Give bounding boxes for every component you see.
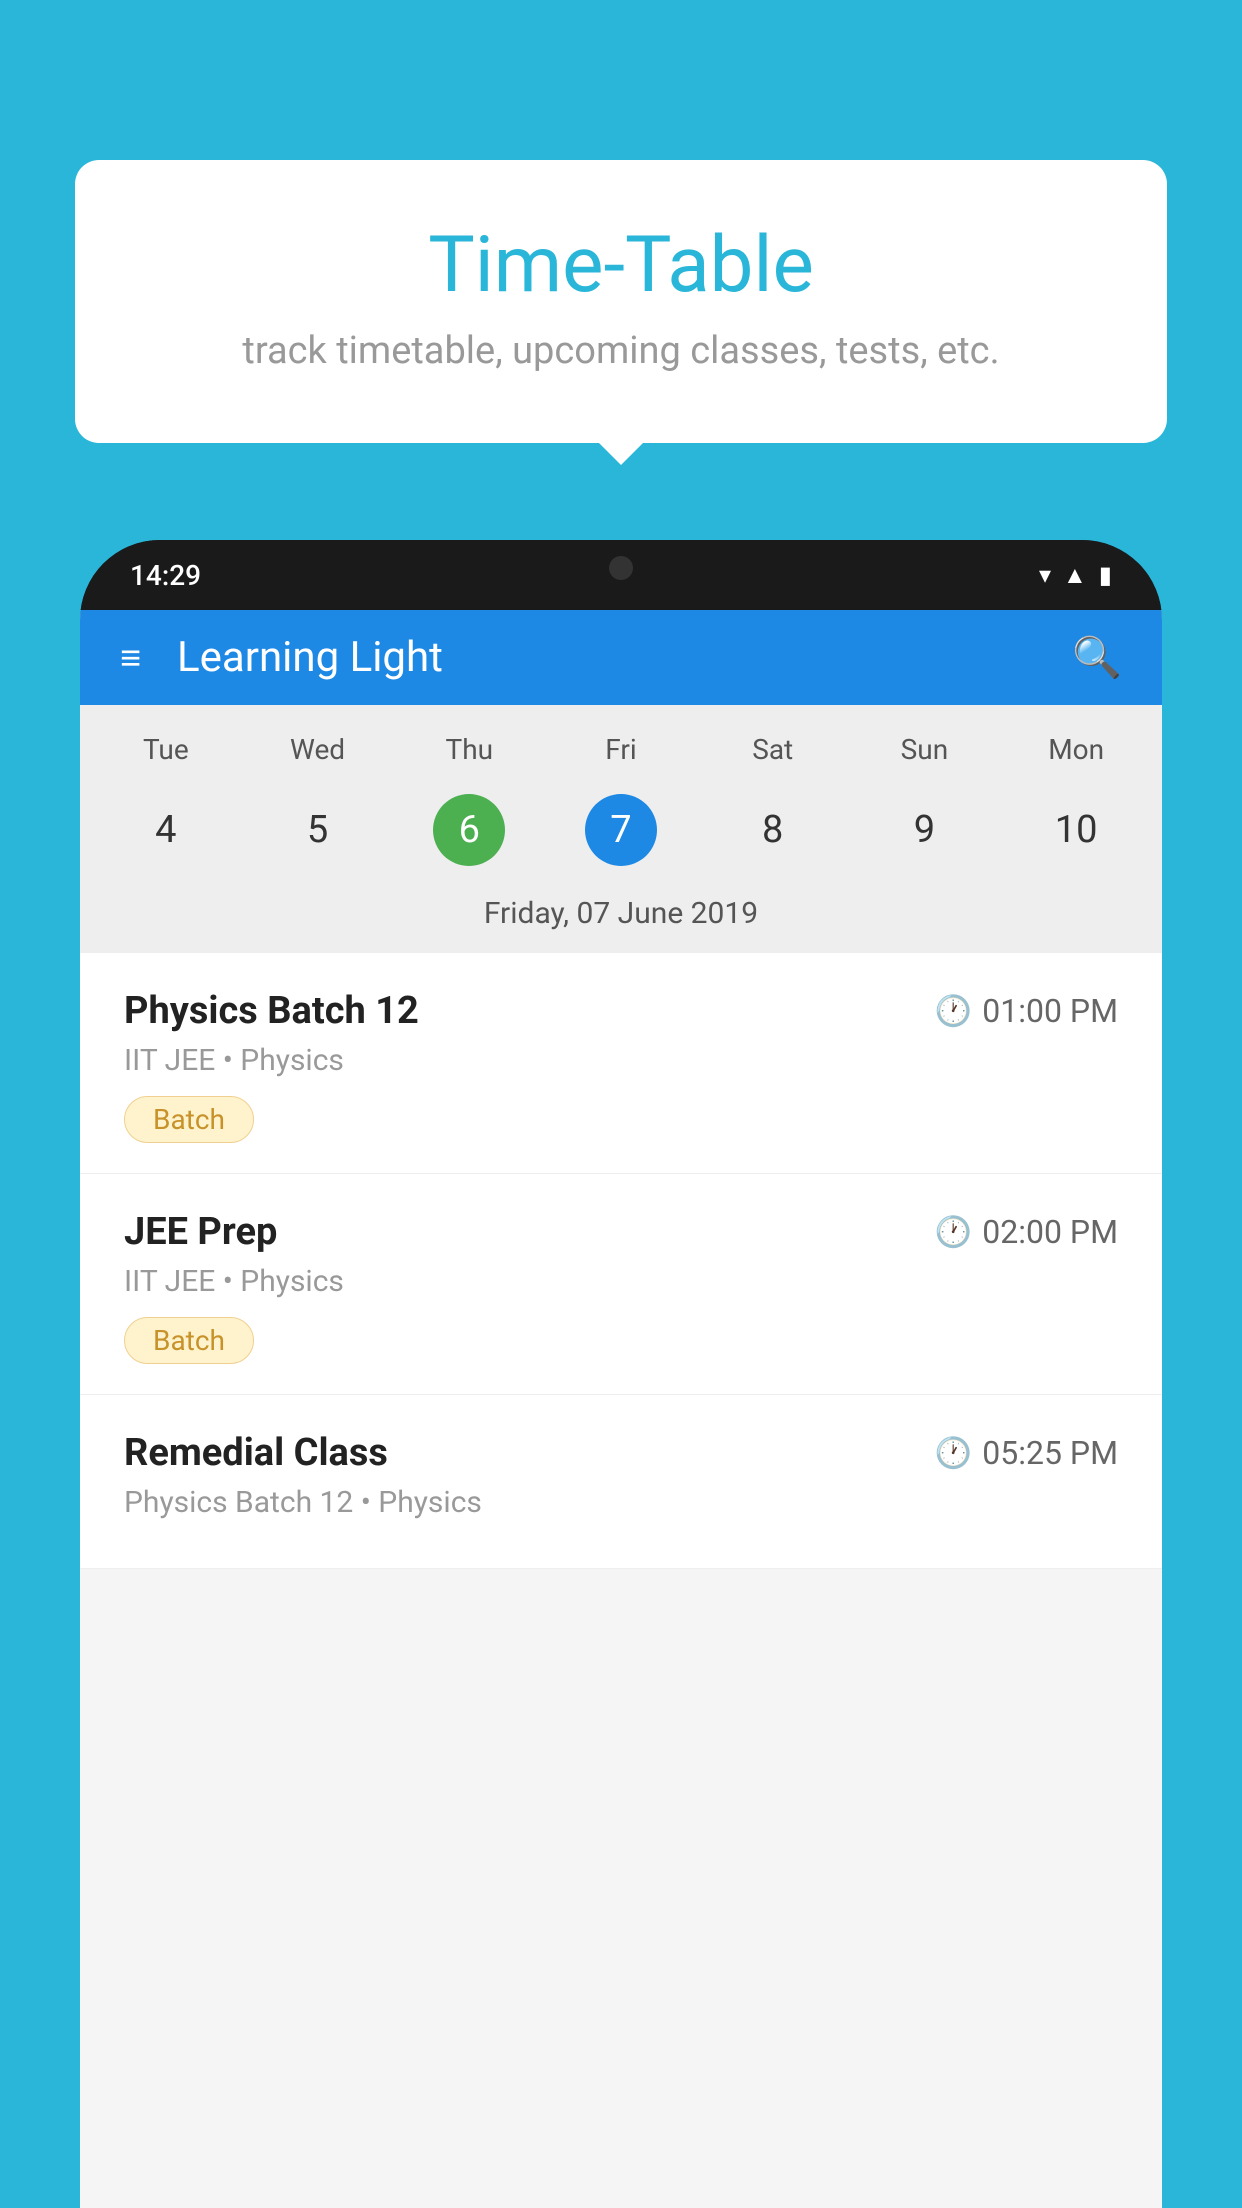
schedule-item-2-header: Remedial Class 🕐 05:25 PM <box>124 1431 1118 1475</box>
schedule-item-1-time: 🕐 02:00 PM <box>935 1213 1118 1251</box>
status-time: 14:29 <box>130 559 201 592</box>
wifi-icon: ▾ <box>1039 561 1051 589</box>
schedule-item-0-title: Physics Batch 12 <box>124 989 419 1033</box>
hamburger-icon[interactable]: ≡ <box>120 640 141 676</box>
status-bar: 14:29 ▾ ▲ ▮ <box>80 540 1162 610</box>
clock-icon-1: 🕐 <box>935 1215 972 1250</box>
speech-bubble: Time-Table track timetable, upcoming cla… <box>75 160 1167 443</box>
selected-circle: 7 <box>585 794 657 866</box>
app-title: Learning Light <box>177 633 1072 682</box>
notch <box>531 540 711 595</box>
schedule-item-1-title: JEE Prep <box>124 1210 277 1254</box>
clock-icon-2: 🕐 <box>935 1436 972 1471</box>
battery-icon: ▮ <box>1099 561 1112 589</box>
schedule-item-2-time: 🕐 05:25 PM <box>935 1434 1118 1472</box>
schedule-item-2-title: Remedial Class <box>124 1431 388 1475</box>
schedule-item-1-header: JEE Prep 🕐 02:00 PM <box>124 1210 1118 1254</box>
day-header-fri: Fri <box>545 725 697 774</box>
calendar-strip: Tue Wed Thu Fri Sat Sun Mon 4 5 6 7 8 9 … <box>80 705 1162 953</box>
date-8[interactable]: 8 <box>697 780 849 880</box>
signal-icon: ▲ <box>1063 561 1087 590</box>
schedule-item-0-header: Physics Batch 12 🕐 01:00 PM <box>124 989 1118 1033</box>
schedule-item-0-subtitle: IIT JEE • Physics <box>124 1043 1118 1078</box>
day-headers: Tue Wed Thu Fri Sat Sun Mon <box>80 725 1162 774</box>
search-icon[interactable]: 🔍 <box>1072 634 1122 681</box>
batch-badge-1: Batch <box>124 1317 254 1364</box>
schedule-item-0-time: 🕐 01:00 PM <box>935 992 1118 1030</box>
day-header-sat: Sat <box>697 725 849 774</box>
schedule-item-1-subtitle: IIT JEE • Physics <box>124 1264 1118 1299</box>
status-icons: ▾ ▲ ▮ <box>1039 561 1112 590</box>
day-header-mon: Mon <box>1000 725 1152 774</box>
schedule-item-2-subtitle: Physics Batch 12 • Physics <box>124 1485 1118 1520</box>
date-5[interactable]: 5 <box>242 780 394 880</box>
day-header-tue: Tue <box>90 725 242 774</box>
day-header-thu: Thu <box>393 725 545 774</box>
day-header-wed: Wed <box>242 725 394 774</box>
camera-dot <box>609 556 633 580</box>
bubble-subtitle: track timetable, upcoming classes, tests… <box>125 329 1117 373</box>
clock-icon-0: 🕐 <box>935 994 972 1029</box>
day-numbers: 4 5 6 7 8 9 10 <box>80 780 1162 880</box>
date-7-selected[interactable]: 7 <box>545 780 697 880</box>
today-circle: 6 <box>433 794 505 866</box>
app-content: ≡ Learning Light 🔍 Tue Wed Thu Fri Sat S… <box>80 610 1162 2208</box>
date-6-today[interactable]: 6 <box>393 780 545 880</box>
date-10[interactable]: 10 <box>1000 780 1152 880</box>
date-9[interactable]: 9 <box>849 780 1001 880</box>
day-header-sun: Sun <box>849 725 1001 774</box>
app-header: ≡ Learning Light 🔍 <box>80 610 1162 705</box>
schedule-item-1[interactable]: JEE Prep 🕐 02:00 PM IIT JEE • Physics Ba… <box>80 1174 1162 1395</box>
selected-date-label: Friday, 07 June 2019 <box>80 880 1162 953</box>
batch-badge-0: Batch <box>124 1096 254 1143</box>
speech-bubble-container: Time-Table track timetable, upcoming cla… <box>75 160 1167 443</box>
schedule-item-0[interactable]: Physics Batch 12 🕐 01:00 PM IIT JEE • Ph… <box>80 953 1162 1174</box>
phone-frame: 14:29 ▾ ▲ ▮ ≡ Learning Light 🔍 Tue Wed T… <box>80 540 1162 2208</box>
date-4[interactable]: 4 <box>90 780 242 880</box>
schedule-list: Physics Batch 12 🕐 01:00 PM IIT JEE • Ph… <box>80 953 1162 1569</box>
schedule-item-2[interactable]: Remedial Class 🕐 05:25 PM Physics Batch … <box>80 1395 1162 1569</box>
bubble-title: Time-Table <box>125 220 1117 311</box>
